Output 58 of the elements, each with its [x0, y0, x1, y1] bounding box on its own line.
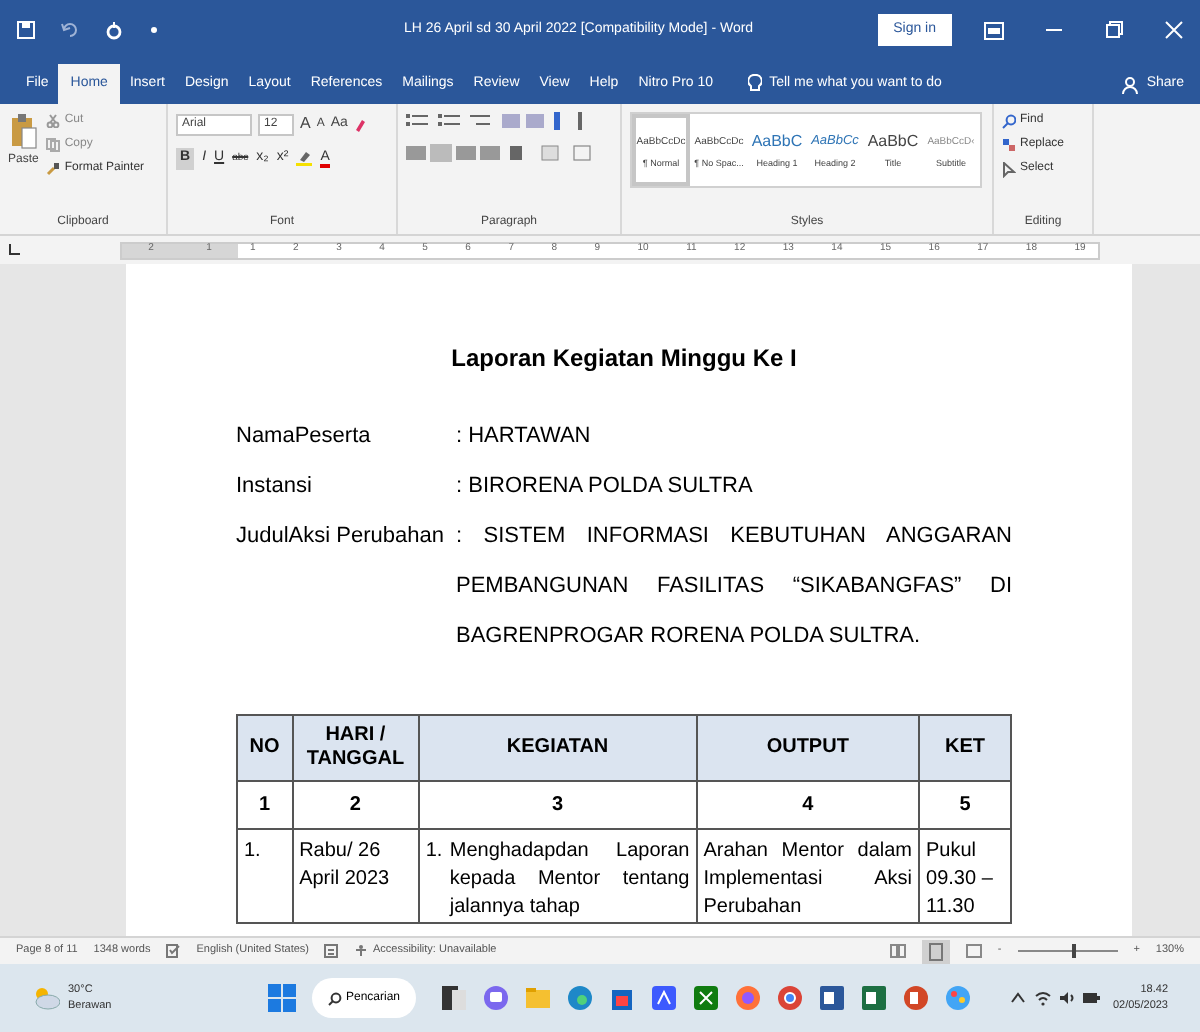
- field-label: JudulAksi Perubahan: [236, 522, 446, 552]
- lightbulb-icon: [747, 74, 762, 94]
- field-label: Instansi: [236, 472, 314, 502]
- print-layout-icon[interactable]: [921, 939, 950, 963]
- clipboard-icon[interactable]: [9, 112, 38, 152]
- eraser-icon[interactable]: [353, 117, 366, 131]
- table-cell: 3: [418, 781, 697, 829]
- field-value: : SISTEM INFORMASI KEBUTUHAN ANGGARAN PEMBANGUNAN FASILITAS “SIKABANGFAS” DI BAGRENPROGAR RORENA POLDA SULTRA.: [456, 522, 1012, 652]
- table-cell: 1: [237, 781, 293, 829]
- web-layout-icon[interactable]: [965, 944, 982, 958]
- undo-icon[interactable]: [60, 20, 80, 40]
- windows-logo-icon[interactable]: [268, 984, 296, 1012]
- column-header: OUTPUT: [696, 715, 920, 781]
- cursor-icon: [1002, 161, 1016, 177]
- table-cell: Pukul 09.30 – 11.30: [919, 829, 1011, 923]
- restore-icon[interactable]: [1104, 20, 1124, 40]
- table-cell: 5: [919, 781, 1011, 829]
- dropdown-icon[interactable]: [148, 24, 160, 36]
- battery-icon[interactable]: [1082, 990, 1101, 1006]
- scissors-icon: [46, 114, 61, 128]
- grow-font-button[interactable]: A: [300, 112, 311, 136]
- macro-icon[interactable]: [324, 944, 339, 958]
- chat-icon[interactable]: [481, 984, 510, 1012]
- copy-icon: [46, 138, 61, 152]
- ribbon-display-icon[interactable]: [984, 21, 1004, 39]
- read-mode-icon[interactable]: [889, 944, 906, 958]
- search-icon: [1002, 113, 1016, 129]
- column-header: NO: [237, 715, 293, 781]
- field-value: : HARTAWAN: [456, 422, 593, 452]
- table-cell: 4: [696, 781, 920, 829]
- list-marker: 1.: [425, 838, 445, 866]
- brush-icon: [46, 162, 61, 176]
- table-cell: Rabu/ 26 April 2023: [292, 829, 419, 923]
- table-cell: 1.: [237, 829, 293, 923]
- column-header: KEGIATAN: [418, 715, 697, 781]
- accessibility-icon: [354, 944, 369, 958]
- table-cell: Arahan Mentor dalam Implementasi Aksi Perubahan: [696, 829, 920, 923]
- table-cell: 2: [292, 781, 419, 829]
- app-icon[interactable]: [649, 984, 678, 1012]
- table-cell-text: Menghadapdan Laporan kepada Mentor tentang jalannya tahap: [449, 838, 690, 922]
- replace-icon: [1002, 137, 1016, 153]
- wifi-icon[interactable]: [1034, 990, 1053, 1006]
- search-icon: [328, 991, 342, 1005]
- close-icon[interactable]: [1164, 20, 1184, 40]
- save-icon[interactable]: [16, 20, 36, 40]
- person-icon: [1122, 75, 1139, 93]
- chevron-up-icon[interactable]: [1010, 992, 1027, 1004]
- highlighter-icon[interactable]: [296, 150, 313, 167]
- proofing-icon[interactable]: [166, 944, 181, 958]
- column-header: KET: [919, 715, 1011, 781]
- speaker-icon[interactable]: [1058, 990, 1077, 1006]
- paint-icon[interactable]: [943, 984, 972, 1012]
- field-label: NamaPeserta: [236, 422, 373, 452]
- field-value: : BIRORENA POLDA SULTRA: [456, 472, 755, 502]
- column-header: HARI / TANGGAL: [292, 715, 419, 781]
- document-heading: Laporan Kegiatan Minggu Ke I: [449, 342, 799, 376]
- tab-stop-icon[interactable]: [8, 244, 20, 256]
- browser-icon[interactable]: [565, 984, 594, 1012]
